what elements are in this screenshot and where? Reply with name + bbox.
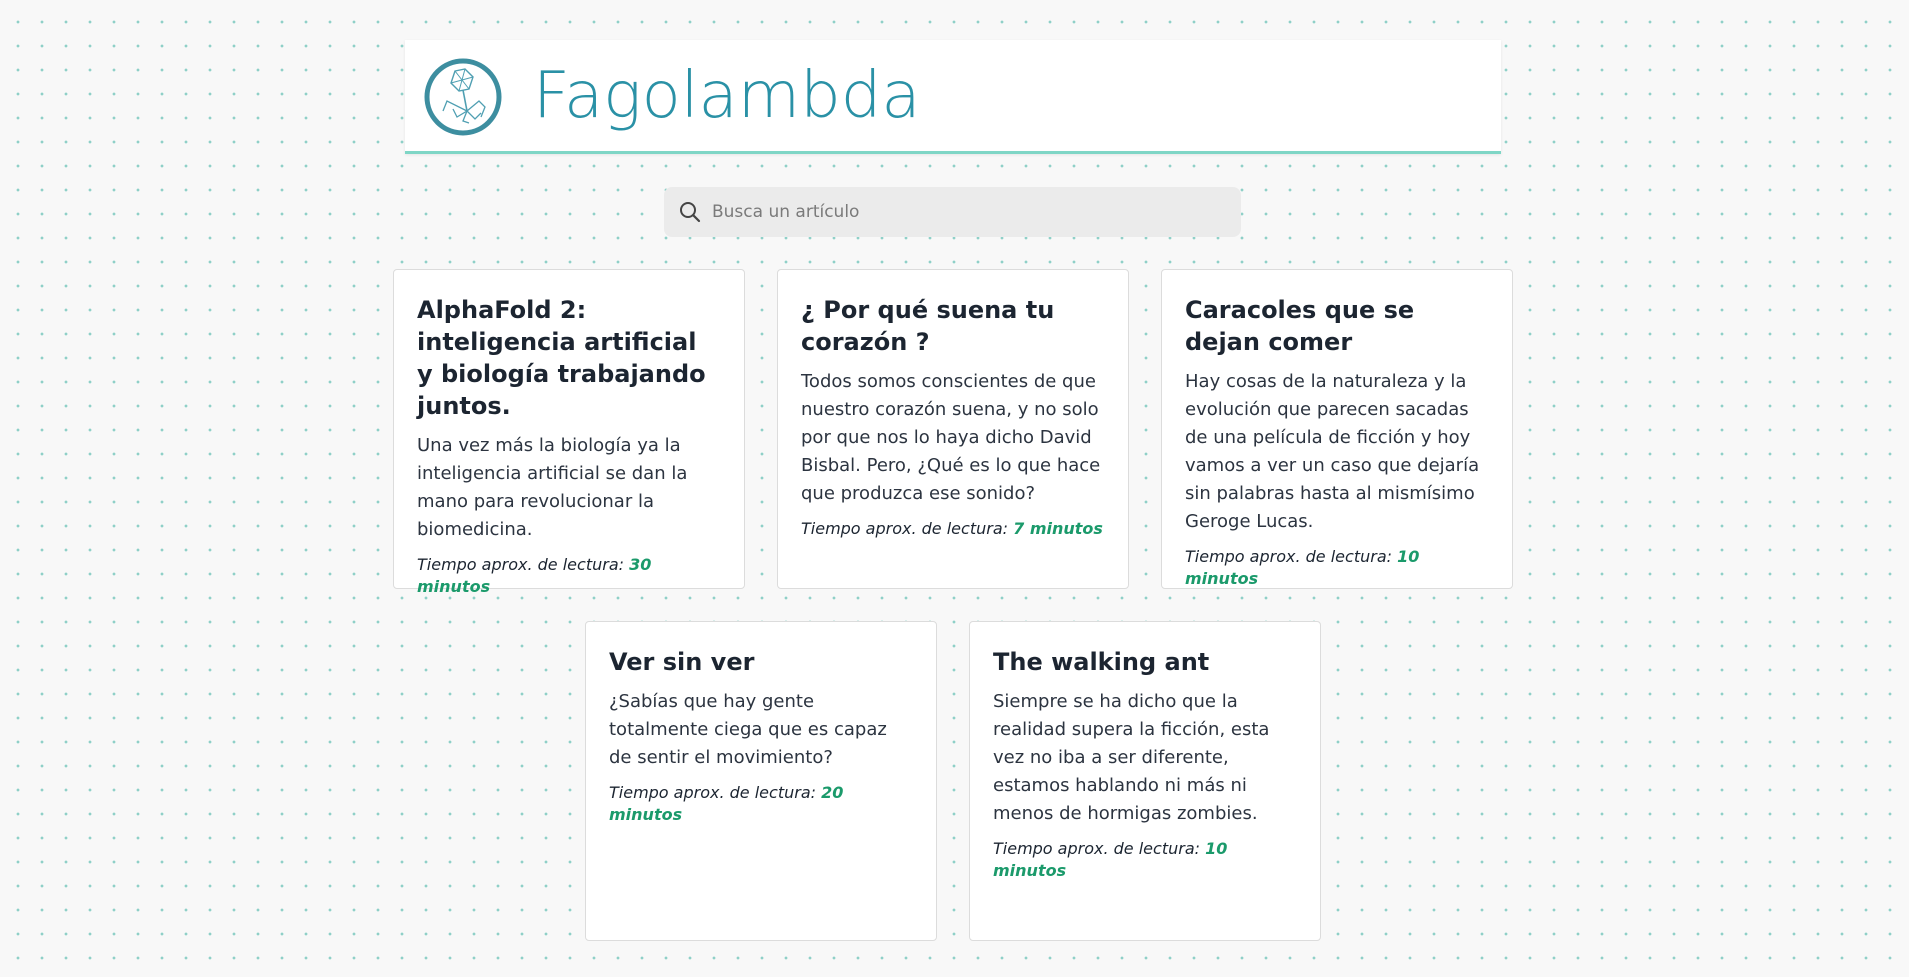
article-description: Hay cosas de la naturaleza y la evolució…: [1185, 371, 1480, 532]
search-input[interactable]: [712, 187, 1222, 237]
article-title[interactable]: ¿ Por qué suena tu corazón ?: [801, 294, 1104, 358]
reading-time-label: Tiempo aprox. de lectura:: [801, 519, 1009, 538]
article-description: Todos somos conscientes de que nuestro c…: [801, 371, 1101, 504]
reading-time-label: Tiempo aprox. de lectura:: [609, 783, 817, 802]
phage-logo-icon[interactable]: [423, 57, 503, 137]
article-card[interactable]: ¿ Por qué suena tu corazón ? Todos somos…: [777, 269, 1129, 589]
article-card[interactable]: The walking ant Siempre se ha dicho que …: [969, 621, 1321, 941]
reading-time: Tiempo aprox. de lectura: 10 minutos: [993, 838, 1296, 882]
search-bar: [664, 187, 1241, 237]
article-description: ¿Sabías que hay gente totalmente ciega q…: [609, 691, 887, 768]
article-title[interactable]: AlphaFold 2: inteligencia artificial y b…: [417, 294, 720, 422]
article-card[interactable]: Caracoles que se dejan comer Hay cosas d…: [1161, 269, 1513, 589]
reading-time-value: 7 minutos: [1013, 519, 1103, 538]
reading-time: Tiempo aprox. de lectura: 30 minutos: [417, 554, 720, 598]
reading-time-label: Tiempo aprox. de lectura:: [993, 839, 1201, 858]
site-header: Fagolambda: [405, 40, 1501, 154]
reading-time: Tiempo aprox. de lectura: 7 minutos: [801, 518, 1104, 540]
article-title[interactable]: The walking ant: [993, 646, 1296, 678]
reading-time-label: Tiempo aprox. de lectura:: [417, 555, 625, 574]
reading-time-label: Tiempo aprox. de lectura:: [1185, 547, 1393, 566]
article-title[interactable]: Caracoles que se dejan comer: [1185, 294, 1488, 358]
article-description: Una vez más la biología ya la inteligenc…: [417, 435, 688, 540]
reading-time: Tiempo aprox. de lectura: 20 minutos: [609, 782, 912, 826]
article-card[interactable]: Ver sin ver ¿Sabías que hay gente totalm…: [585, 621, 937, 941]
site-title[interactable]: Fagolambda: [533, 59, 921, 134]
reading-time: Tiempo aprox. de lectura: 10 minutos: [1185, 546, 1488, 590]
article-card[interactable]: AlphaFold 2: inteligencia artificial y b…: [393, 269, 745, 596]
search-icon: [678, 200, 702, 224]
article-title[interactable]: Ver sin ver: [609, 646, 912, 678]
article-description: Siempre se ha dicho que la realidad supe…: [993, 691, 1270, 824]
